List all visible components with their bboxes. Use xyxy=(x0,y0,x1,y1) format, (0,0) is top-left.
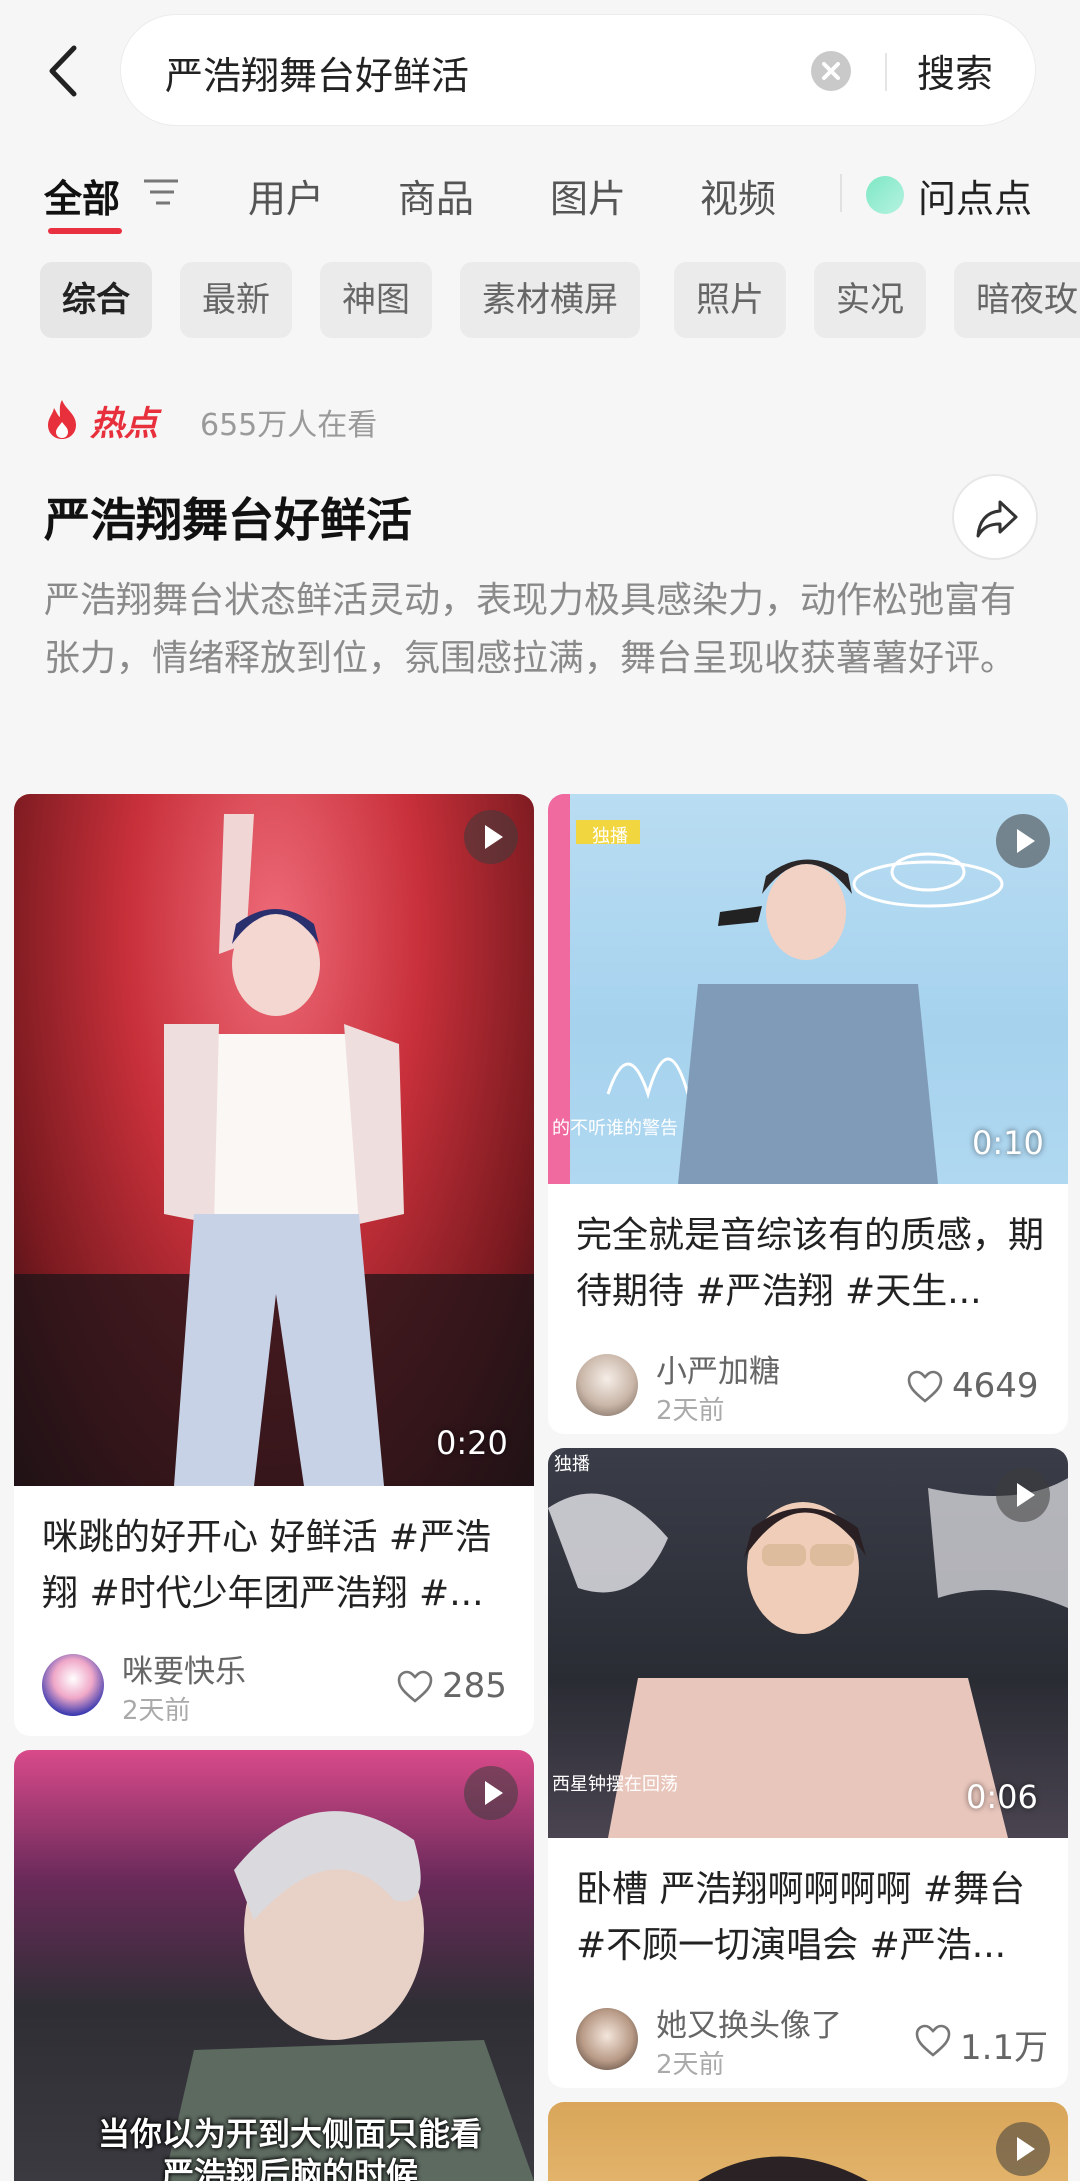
play-icon xyxy=(464,1766,518,1820)
like-count: 4649 xyxy=(952,1366,1039,1406)
video-caption: 当你以为开到大侧面只能看严浩翔后脑的时候 xyxy=(97,2115,482,2181)
post-time: 2天前 xyxy=(122,1696,191,1726)
post-time: 2天前 xyxy=(656,2050,725,2080)
tab-active-indicator xyxy=(48,228,122,234)
author-name[interactable]: 她又换头像了 xyxy=(656,2000,842,2045)
heart-icon[interactable] xyxy=(396,1670,434,1704)
note-card[interactable] xyxy=(548,2102,1068,2181)
note-title: 咪跳的好开心 好鲜活 #严浩翔 #时代少年团严浩翔 #... xyxy=(42,1517,492,1614)
tab-videos[interactable]: 视频 xyxy=(700,168,776,223)
topic-title: 严浩翔舞台好鲜活 xyxy=(44,493,412,547)
post-time: 2天前 xyxy=(656,1396,725,1426)
flame-icon xyxy=(48,400,76,439)
share-button[interactable] xyxy=(952,474,1038,560)
avatar[interactable] xyxy=(42,1654,104,1716)
note-card[interactable]: 0:06 独播 西星钟摆在回荡 卧槽 严浩翔啊啊啊啊 #舞台 #不顾一切演唱会 … xyxy=(548,1448,1068,2088)
back-icon[interactable] xyxy=(44,42,84,100)
heart-icon[interactable] xyxy=(914,2024,952,2058)
search-query[interactable]: 严浩翔舞台好鲜活 xyxy=(165,45,469,100)
chip-live[interactable]: 实况 xyxy=(814,262,926,338)
author-name[interactable]: 小严加糖 xyxy=(656,1346,780,1391)
play-icon xyxy=(996,814,1050,868)
avatar[interactable] xyxy=(576,1354,638,1416)
video-tag: 独播 xyxy=(554,1454,590,1475)
avatar[interactable] xyxy=(576,2008,638,2070)
share-icon xyxy=(976,500,1018,538)
video-duration: 0:20 xyxy=(436,1424,508,1462)
performer-image xyxy=(698,2156,868,2181)
note-title: 完全就是音综该有的质感，期待期待 #严浩翔 #天生... xyxy=(576,1215,1045,1312)
video-thumbnail: 0:10 独播 的不听谁的警告 xyxy=(548,794,1068,1184)
video-duration: 0:06 xyxy=(966,1778,1038,1816)
chip-photos[interactable]: 照片 xyxy=(674,262,786,338)
filter-chips: 综合 最新 神图 素材横屏 照片 实况 暗夜玫 xyxy=(0,262,1080,342)
search-input[interactable]: 严浩翔舞台好鲜活 搜索 xyxy=(120,14,1036,126)
tab-users[interactable]: 用户 xyxy=(248,168,324,223)
play-icon xyxy=(996,2122,1050,2176)
viewer-count: 655万人在看 xyxy=(200,408,378,443)
clear-icon[interactable] xyxy=(811,51,851,91)
chip-landscape-material[interactable]: 素材横屏 xyxy=(460,262,640,338)
divider xyxy=(885,53,887,91)
result-tabs: 全部 用户 商品 图片 视频 问点点 xyxy=(0,150,1080,240)
chip-latest[interactable]: 最新 xyxy=(180,262,292,338)
search-header: 严浩翔舞台好鲜活 搜索 xyxy=(0,0,1080,140)
like-count: 285 xyxy=(442,1666,507,1706)
video-tag: 独播 xyxy=(592,826,628,847)
search-button[interactable]: 搜索 xyxy=(917,43,993,98)
author-name[interactable]: 咪要快乐 xyxy=(122,1646,246,1691)
performer-image xyxy=(14,814,534,1486)
video-thumbnail xyxy=(548,2102,1068,2181)
note-card[interactable]: 0:20 咪跳的好开心 好鲜活 #严浩翔 #时代少年团严浩翔 #... 咪要快乐… xyxy=(14,794,534,1736)
filter-icon[interactable] xyxy=(142,176,180,208)
chip-comprehensive[interactable]: 综合 xyxy=(40,262,152,338)
video-duration: 0:10 xyxy=(972,1124,1044,1162)
video-caption: 西星钟摆在回荡 xyxy=(552,1774,678,1795)
video-caption: 的不听谁的警告 xyxy=(552,1118,678,1139)
ask-icon xyxy=(866,176,904,214)
like-count: 1.1万 xyxy=(960,2028,1049,2068)
video-thumbnail: 0:06 独播 西星钟摆在回荡 xyxy=(548,1448,1068,1838)
note-card[interactable]: 当你以为开到大侧面只能看严浩翔后脑的时候 xyxy=(14,1750,534,2181)
video-thumbnail: 0:20 xyxy=(14,794,534,1486)
tab-images[interactable]: 图片 xyxy=(550,168,626,223)
hot-label: 热点 xyxy=(90,404,158,444)
tab-divider xyxy=(840,174,842,212)
play-icon xyxy=(996,1468,1050,1522)
chip-best-pics[interactable]: 神图 xyxy=(320,262,432,338)
chip-dark-rose[interactable]: 暗夜玫 xyxy=(954,262,1080,338)
tab-products[interactable]: 商品 xyxy=(398,168,474,223)
play-icon xyxy=(464,810,518,864)
tab-ask[interactable]: 问点点 xyxy=(918,168,1032,223)
tab-all[interactable]: 全部 xyxy=(44,168,120,223)
note-title: 卧槽 严浩翔啊啊啊啊 #舞台 #不顾一切演唱会 #严浩... xyxy=(576,1869,1026,1966)
note-card[interactable]: 0:10 独播 的不听谁的警告 完全就是音综该有的质感，期待期待 #严浩翔 #天… xyxy=(548,794,1068,1434)
topic-description: 严浩翔舞台状态鲜活灵动，表现力极具感染力，动作松弛富有张力，情绪释放到位，氛围感… xyxy=(44,580,1017,679)
heart-icon[interactable] xyxy=(906,1370,944,1404)
video-thumbnail: 当你以为开到大侧面只能看严浩翔后脑的时候 xyxy=(14,1750,534,2181)
